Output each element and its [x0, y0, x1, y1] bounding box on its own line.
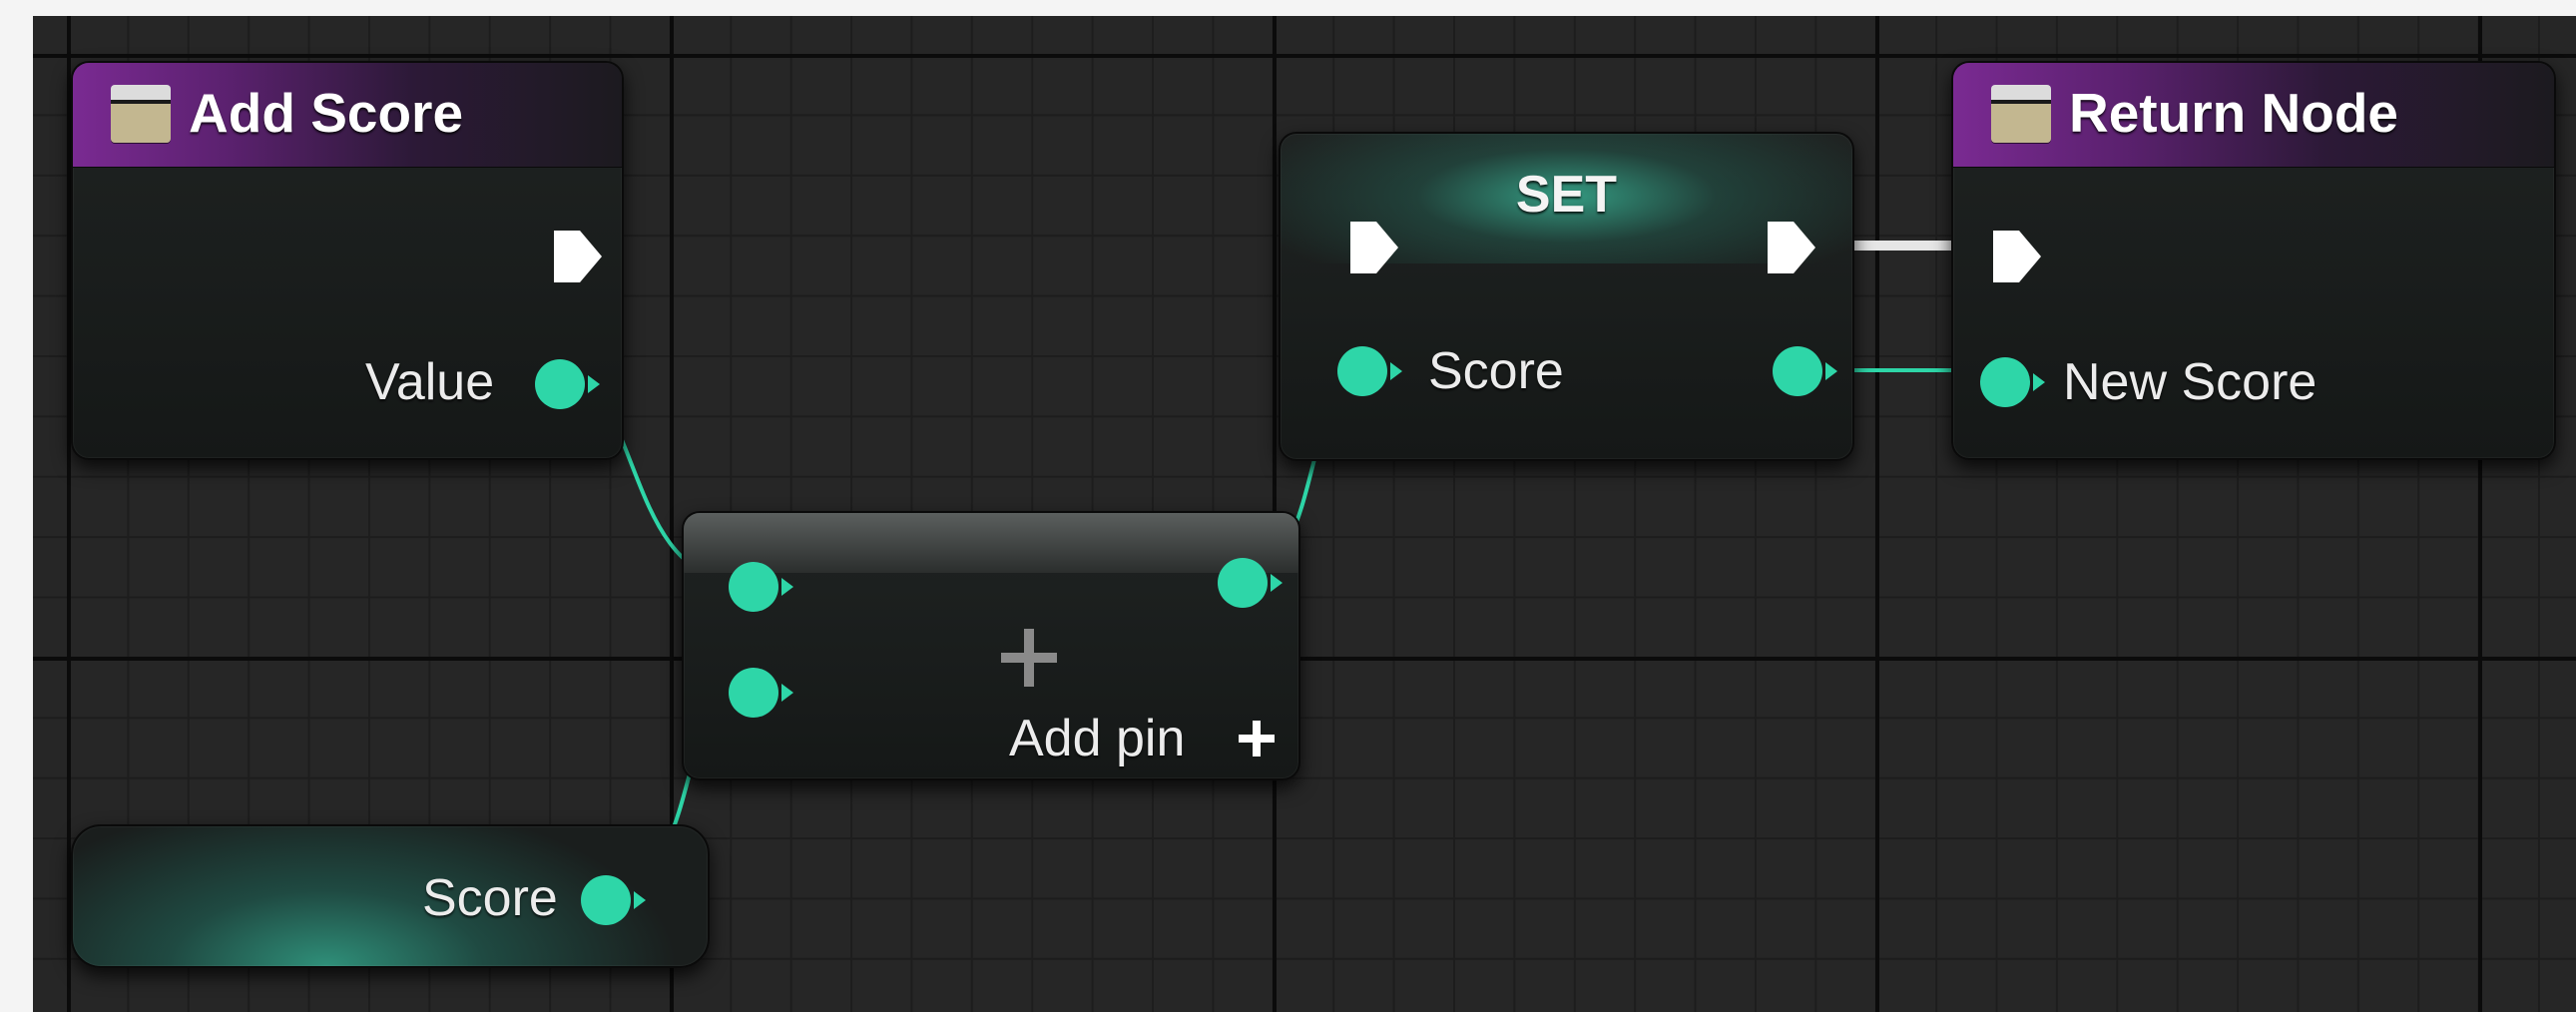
pin-label-new-score: New Score: [2063, 353, 2318, 411]
data-input-pin-new-score[interactable]: [1977, 352, 2057, 412]
blueprint-graph-canvas[interactable]: Add Score Value SET Score Add pin Score …: [33, 16, 2576, 1012]
data-input-pin-a[interactable]: [726, 557, 805, 617]
node-title: Return Node: [2069, 82, 2398, 144]
data-output-pin-score[interactable]: [578, 870, 658, 930]
getter-label: Score: [422, 869, 558, 927]
node-title: Add Score: [189, 82, 464, 144]
data-output-pin-value[interactable]: [532, 354, 612, 414]
add-pin-label[interactable]: Add pin: [1009, 709, 1185, 768]
plus-icon[interactable]: [1239, 721, 1275, 757]
data-input-pin-score[interactable]: [1334, 341, 1414, 401]
function-entry-node[interactable]: Add Score Value: [71, 61, 624, 460]
pin-label-value: Value: [365, 353, 495, 411]
exec-output-pin[interactable]: [1764, 218, 1823, 277]
exec-output-pin[interactable]: [550, 227, 610, 286]
function-icon: [1991, 85, 2051, 143]
exec-input-pin[interactable]: [1989, 227, 2049, 286]
data-output-pin-score[interactable]: [1770, 341, 1849, 401]
set-variable-node[interactable]: SET Score: [1279, 132, 1854, 461]
pin-label-score: Score: [1428, 342, 1564, 400]
data-input-pin-b[interactable]: [726, 663, 805, 723]
return-node[interactable]: Return Node New Score: [1951, 61, 2556, 460]
data-output-pin-result[interactable]: [1215, 553, 1294, 613]
node-title: SET: [1515, 166, 1618, 224]
function-icon: [111, 85, 171, 143]
get-score-node[interactable]: Score: [71, 824, 710, 968]
add-operator-icon: [1001, 629, 1057, 687]
exec-input-pin[interactable]: [1346, 218, 1406, 277]
add-math-node[interactable]: Add pin: [682, 511, 1300, 780]
